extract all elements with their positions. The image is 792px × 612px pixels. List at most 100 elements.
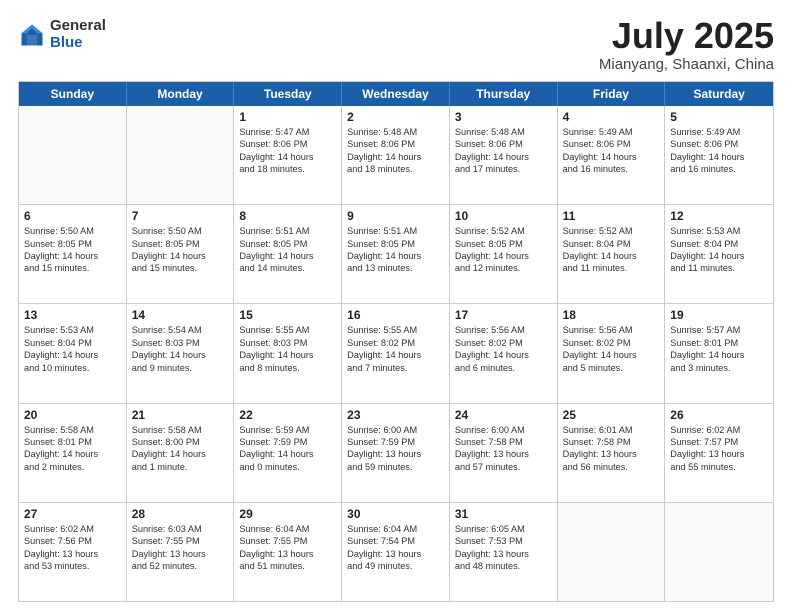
cell-line: Sunset: 8:05 PM: [239, 238, 336, 250]
cell-line: Sunset: 7:58 PM: [455, 436, 552, 448]
cell-line: and 8 minutes.: [239, 362, 336, 374]
cell-line: Sunrise: 5:57 AM: [670, 324, 768, 336]
cell-line: Sunrise: 6:03 AM: [132, 523, 229, 535]
cell-line: Sunrise: 5:55 AM: [347, 324, 444, 336]
cell-line: Sunrise: 5:50 AM: [24, 225, 121, 237]
week-row-2: 6Sunrise: 5:50 AMSunset: 8:05 PMDaylight…: [19, 205, 773, 304]
cell-line: Daylight: 14 hours: [132, 448, 229, 460]
cell-line: Daylight: 14 hours: [239, 151, 336, 163]
logo-blue-text: Blue: [50, 35, 106, 52]
day-number: 15: [239, 308, 336, 322]
header-day-tuesday: Tuesday: [234, 82, 342, 106]
day-cell-2: 2Sunrise: 5:48 AMSunset: 8:06 PMDaylight…: [342, 106, 450, 204]
cell-line: Daylight: 14 hours: [347, 349, 444, 361]
cell-line: and 53 minutes.: [24, 560, 121, 572]
cell-line: Sunrise: 5:49 AM: [563, 126, 660, 138]
day-cell-18: 18Sunrise: 5:56 AMSunset: 8:02 PMDayligh…: [558, 304, 666, 402]
day-cell-16: 16 Sunrise: 5:55 AMSunset: 8:02 PMDayligh…: [342, 304, 450, 402]
day-cell-13: 13Sunrise: 5:53 AMSunset: 8:04 PMDayligh…: [19, 304, 127, 402]
cell-line: Daylight: 14 hours: [24, 250, 121, 262]
day-cell-29: 29Sunrise: 6:04 AMSunset: 7:55 PMDayligh…: [234, 503, 342, 601]
cell-line: Daylight: 14 hours: [132, 349, 229, 361]
day-number: 12: [670, 209, 768, 223]
day-number: 10: [455, 209, 552, 223]
day-number: 28: [132, 507, 229, 521]
cell-line: Sunset: 7:58 PM: [563, 436, 660, 448]
cell-line: Daylight: 14 hours: [455, 250, 552, 262]
day-number: 2: [347, 110, 444, 124]
cell-line: and 6 minutes.: [455, 362, 552, 374]
cell-line: and 18 minutes.: [347, 163, 444, 175]
cell-line: Daylight: 14 hours: [24, 349, 121, 361]
day-cell-1: 1Sunrise: 5:47 AMSunset: 8:06 PMDaylight…: [234, 106, 342, 204]
cell-line: Daylight: 13 hours: [347, 548, 444, 560]
day-cell-10: 10Sunrise: 5:52 AMSunset: 8:05 PMDayligh…: [450, 205, 558, 303]
header-day-wednesday: Wednesday: [342, 82, 450, 106]
cell-line: and 59 minutes.: [347, 461, 444, 473]
day-cell-31: 31Sunrise: 6:05 AMSunset: 7:53 PMDayligh…: [450, 503, 558, 601]
page: General Blue July 2025 Mianyang, Shaanxi…: [0, 0, 792, 612]
cell-line: Sunrise: 5:48 AM: [347, 126, 444, 138]
day-cell-8: 8Sunrise: 5:51 AMSunset: 8:05 PMDaylight…: [234, 205, 342, 303]
day-number: 13: [24, 308, 121, 322]
day-cell-24: 24Sunrise: 6:00 AMSunset: 7:58 PMDayligh…: [450, 404, 558, 502]
cell-line: Sunset: 8:02 PM: [563, 337, 660, 349]
day-number: 7: [132, 209, 229, 223]
cell-line: Sunrise: 5:56 AM: [455, 324, 552, 336]
cell-line: Daylight: 14 hours: [239, 349, 336, 361]
cell-line: Sunset: 7:59 PM: [347, 436, 444, 448]
cell-line: Sunset: 8:06 PM: [670, 138, 768, 150]
week-row-4: 20Sunrise: 5:58 AMSunset: 8:01 PMDayligh…: [19, 404, 773, 503]
empty-cell: [558, 503, 666, 601]
cell-line: and 16 minutes.: [670, 163, 768, 175]
day-number: 25: [563, 408, 660, 422]
day-cell-19: 19Sunrise: 5:57 AMSunset: 8:01 PMDayligh…: [665, 304, 773, 402]
day-number: 21: [132, 408, 229, 422]
cell-line: Sunset: 8:04 PM: [563, 238, 660, 250]
cell-line: Sunrise: 5:49 AM: [670, 126, 768, 138]
day-cell-22: 22Sunrise: 5:59 AMSunset: 7:59 PMDayligh…: [234, 404, 342, 502]
cell-line: Sunset: 8:05 PM: [132, 238, 229, 250]
cell-line: Sunset: 8:04 PM: [24, 337, 121, 349]
empty-cell: [19, 106, 127, 204]
day-cell-21: 21Sunrise: 5:58 AMSunset: 8:00 PMDayligh…: [127, 404, 235, 502]
cell-line: Sunrise: 5:52 AM: [455, 225, 552, 237]
cell-line: and 10 minutes.: [24, 362, 121, 374]
header-day-saturday: Saturday: [665, 82, 773, 106]
day-cell-3: 3Sunrise: 5:48 AMSunset: 8:06 PMDaylight…: [450, 106, 558, 204]
day-number: 17: [455, 308, 552, 322]
cell-line: Sunrise: 5:55 AM: [239, 324, 336, 336]
day-number: 3: [455, 110, 552, 124]
cell-line: Daylight: 13 hours: [455, 548, 552, 560]
cell-line: Sunrise: 6:04 AM: [347, 523, 444, 535]
day-cell-30: 30Sunrise: 6:04 AMSunset: 7:54 PMDayligh…: [342, 503, 450, 601]
cell-line: and 16 minutes.: [563, 163, 660, 175]
day-cell-15: 15 Sunrise: 5:55 AMSunset: 8:03 PMDayligh…: [234, 304, 342, 402]
cell-line: and 49 minutes.: [347, 560, 444, 572]
cell-line: Daylight: 14 hours: [347, 151, 444, 163]
cell-line: and 11 minutes.: [563, 262, 660, 274]
cell-line: and 9 minutes.: [132, 362, 229, 374]
cell-line: Sunset: 7:59 PM: [239, 436, 336, 448]
day-number: 8: [239, 209, 336, 223]
cell-line: and 17 minutes.: [455, 163, 552, 175]
cell-line: Sunrise: 5:51 AM: [347, 225, 444, 237]
cell-line: Sunset: 8:05 PM: [347, 238, 444, 250]
day-cell-7: 7Sunrise: 5:50 AMSunset: 8:05 PMDaylight…: [127, 205, 235, 303]
cell-line: Sunset: 8:02 PM: [347, 337, 444, 349]
day-cell-20: 20Sunrise: 5:58 AMSunset: 8:01 PMDayligh…: [19, 404, 127, 502]
cell-line: Sunset: 8:02 PM: [455, 337, 552, 349]
day-number: 29: [239, 507, 336, 521]
cell-line: Sunset: 8:03 PM: [239, 337, 336, 349]
day-cell-5: 5Sunrise: 5:49 AMSunset: 8:06 PMDaylight…: [665, 106, 773, 204]
day-number: 16: [347, 308, 444, 322]
cell-line: Daylight: 14 hours: [24, 448, 121, 460]
cell-line: Sunset: 8:06 PM: [563, 138, 660, 150]
day-number: 4: [563, 110, 660, 124]
cell-line: and 12 minutes.: [455, 262, 552, 274]
cell-line: Sunrise: 5:48 AM: [455, 126, 552, 138]
calendar: SundayMondayTuesdayWednesdayThursdayFrid…: [18, 81, 774, 602]
cell-line: Daylight: 13 hours: [563, 448, 660, 460]
cell-line: Sunrise: 6:02 AM: [670, 424, 768, 436]
cell-line: Sunrise: 6:02 AM: [24, 523, 121, 535]
